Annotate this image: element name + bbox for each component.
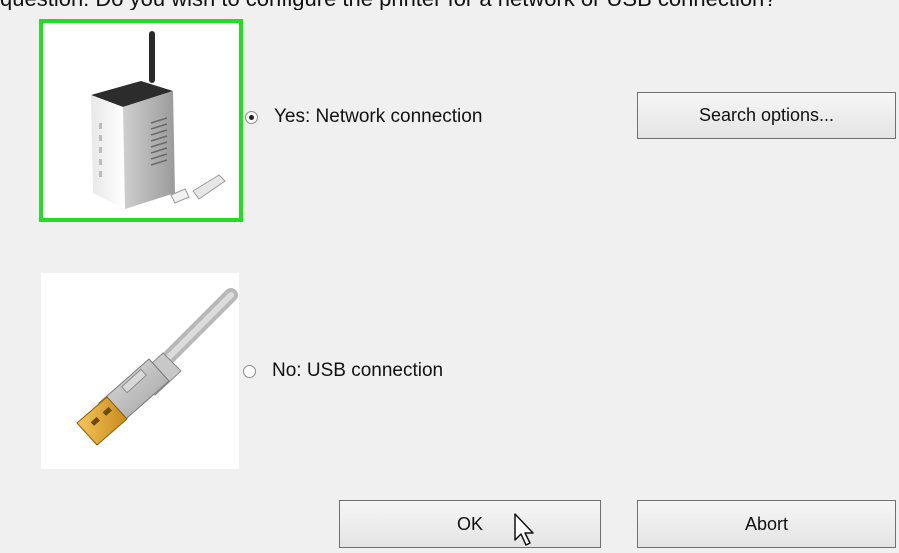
- radio-selected-dot: [249, 114, 254, 120]
- usb-connection-option[interactable]: No: USB connection: [243, 360, 443, 382]
- network-connection-option[interactable]: Yes: Network connection: [245, 106, 482, 128]
- search-options-button[interactable]: Search options...: [637, 92, 896, 139]
- ok-button[interactable]: OK: [339, 500, 601, 548]
- network-radio-button[interactable]: [245, 110, 258, 124]
- mouse-cursor-icon: [514, 513, 534, 546]
- router-icon: [91, 31, 226, 209]
- usb-connection-image[interactable]: [41, 273, 239, 469]
- usb-radio-button[interactable]: [243, 364, 256, 378]
- network-connection-image[interactable]: [39, 19, 243, 222]
- usb-plug-icon: [76, 288, 238, 446]
- abort-button[interactable]: Abort: [637, 500, 896, 548]
- top-instruction-text: question: Do you wish to configure the p…: [0, 0, 899, 10]
- network-option-label: Yes: Network connection: [274, 106, 483, 127]
- usb-option-label: No: USB connection: [272, 360, 444, 381]
